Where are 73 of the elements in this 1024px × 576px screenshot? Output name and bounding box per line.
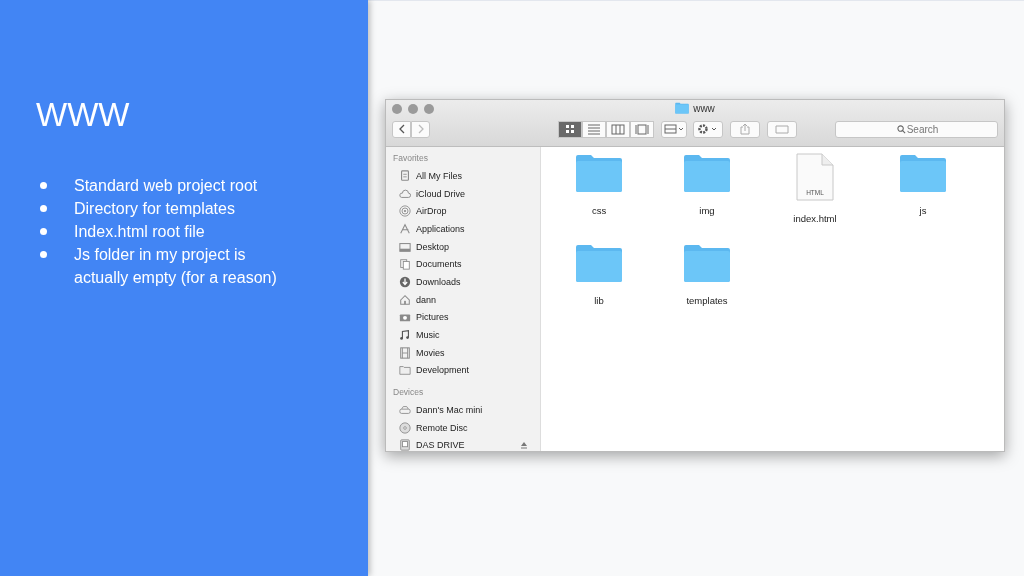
window-title: www bbox=[693, 102, 715, 114]
file-name[interactable]: img bbox=[699, 205, 715, 216]
bullet-text: Standard web project root bbox=[74, 176, 258, 196]
sidebar-item[interactable]: Pictures bbox=[392, 308, 540, 327]
sidebar-item[interactable]: Music bbox=[392, 326, 540, 344]
documents-icon bbox=[399, 258, 411, 271]
sidebar-heading: Favorites bbox=[393, 153, 429, 165]
folder-icon bbox=[675, 102, 690, 114]
share-icon bbox=[740, 123, 750, 135]
desktop-icon bbox=[399, 240, 411, 253]
camera-icon bbox=[399, 311, 411, 324]
download-icon bbox=[399, 275, 411, 288]
file-name[interactable]: lib bbox=[594, 295, 604, 306]
file-name[interactable]: js bbox=[919, 205, 927, 216]
file-name[interactable]: index.html bbox=[793, 213, 837, 224]
chevron-right-icon bbox=[416, 124, 425, 134]
gear-icon bbox=[697, 123, 719, 135]
folder-icon bbox=[574, 243, 624, 283]
folder-icon bbox=[682, 243, 732, 283]
sidebar-item[interactable]: Movies bbox=[392, 343, 540, 362]
sidebar-item[interactable]: Remote Disc bbox=[392, 418, 540, 437]
bullet-icon bbox=[40, 182, 47, 189]
sidebar-heading: Devices bbox=[393, 387, 425, 400]
home-icon bbox=[399, 293, 411, 306]
sidebar-item[interactable]: Downloads bbox=[392, 273, 540, 291]
film-icon bbox=[399, 346, 411, 359]
sidebar-item[interactable]: Documents bbox=[392, 255, 540, 274]
back-button[interactable] bbox=[392, 120, 411, 138]
arrange-icon bbox=[664, 124, 684, 134]
bullet-text: Directory for templates bbox=[74, 199, 235, 219]
view-mode-button[interactable] bbox=[558, 120, 582, 138]
folder-icon bbox=[399, 364, 411, 377]
sidebar-item[interactable]: Development bbox=[392, 361, 540, 380]
share-button[interactable] bbox=[730, 120, 760, 138]
view-mode-button[interactable] bbox=[606, 120, 630, 138]
bullet-text: Index.html root file bbox=[74, 222, 205, 242]
tag-icon bbox=[775, 124, 789, 134]
sidebar-item[interactable]: All My Files bbox=[392, 167, 540, 185]
sidebar-item[interactable]: DAS DRIVE bbox=[392, 436, 540, 451]
airdrop-icon bbox=[399, 205, 411, 218]
sidebar-item[interactable]: Applications bbox=[392, 220, 540, 238]
grid-icon bbox=[563, 122, 577, 136]
eject-icon[interactable] bbox=[520, 441, 528, 450]
tag-button[interactable] bbox=[767, 120, 797, 138]
search-icon bbox=[897, 124, 906, 134]
disc-icon bbox=[399, 421, 411, 434]
arrange-button[interactable] bbox=[661, 120, 687, 138]
action-button[interactable] bbox=[693, 120, 723, 138]
slide-title: WWW bbox=[36, 96, 131, 134]
bullet-icon bbox=[40, 228, 47, 235]
sidebar-item[interactable]: dann bbox=[392, 290, 540, 309]
sidebar-item[interactable]: Dann's Mac mini bbox=[392, 401, 540, 419]
files-icon bbox=[399, 169, 411, 182]
folder-icon bbox=[574, 153, 624, 193]
search-field[interactable]: Search bbox=[835, 120, 998, 138]
sidebar-item[interactable]: iCloud Drive bbox=[392, 184, 540, 203]
folder-icon bbox=[682, 153, 732, 193]
bullet-text: Js folder in my project is actually empty (for a reason) bbox=[74, 245, 278, 288]
file-name[interactable]: templates bbox=[686, 295, 728, 306]
file-name[interactable]: css bbox=[591, 205, 607, 216]
folder-icon bbox=[898, 153, 948, 193]
list-icon bbox=[587, 122, 601, 136]
computer-icon bbox=[399, 404, 411, 417]
chevron-left-icon bbox=[397, 124, 406, 134]
bullet-icon bbox=[40, 205, 47, 212]
music-icon bbox=[399, 329, 411, 342]
sidebar-item[interactable]: AirDrop bbox=[392, 202, 540, 221]
gallery-icon bbox=[635, 122, 649, 136]
cloud-icon bbox=[399, 187, 411, 200]
sidebar-item[interactable]: Desktop bbox=[392, 237, 540, 256]
applications-icon bbox=[399, 222, 411, 235]
columns-icon bbox=[611, 122, 625, 136]
bullet-icon bbox=[40, 251, 47, 258]
